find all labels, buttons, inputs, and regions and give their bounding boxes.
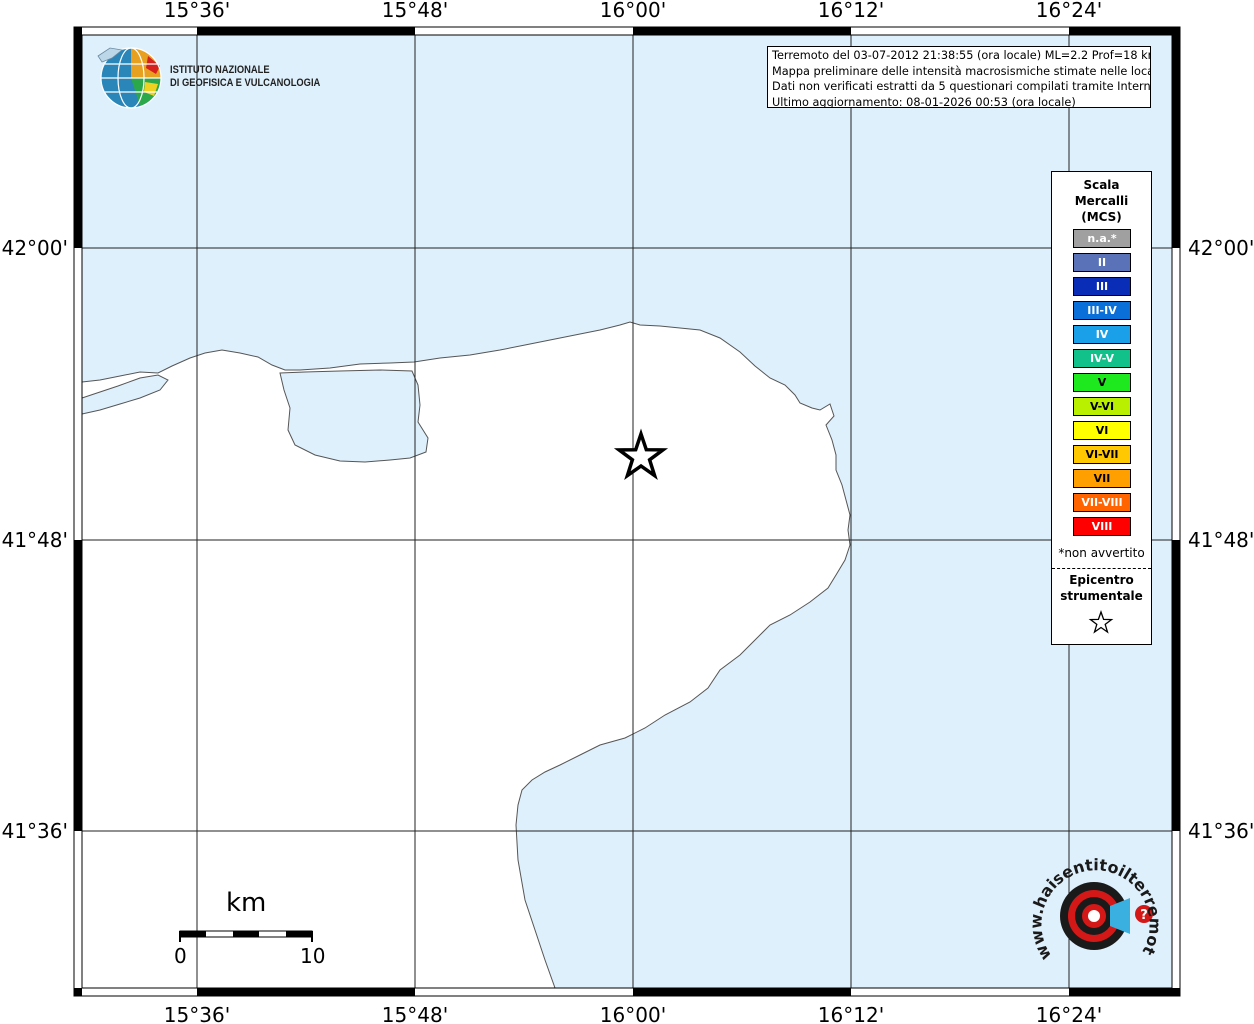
legend-item: VIII xyxy=(1073,517,1131,536)
lat-label: 42°00' xyxy=(2,236,68,260)
ingv-name: ISTITUTO NAZIONALE DI GEOFISICA E VULCAN… xyxy=(170,64,320,90)
lon-label: 16°12' xyxy=(818,1003,884,1024)
lat-label: 41°36' xyxy=(2,819,68,843)
lon-label: 16°12' xyxy=(818,0,884,22)
ingv-name-line2: DI GEOFISICA E VULCANOLOGIA xyxy=(170,77,321,89)
event-info-line: Ultimo aggiornamento: 08-01-2026 00:53 (… xyxy=(772,95,1076,108)
ingv-name-line1: ISTITUTO NAZIONALE xyxy=(170,64,270,76)
legend-title: Scala Mercalli (MCS) xyxy=(1052,177,1151,225)
legend-epicenter-line: strumentale xyxy=(1060,589,1143,603)
legend-note: *non avvertito xyxy=(1058,546,1145,560)
scale-title: km xyxy=(226,888,267,918)
lat-labels-right: 42°00' 41°48' 41°36' xyxy=(1188,236,1254,843)
legend-item: II xyxy=(1073,253,1131,272)
legend-item: VII-VIII xyxy=(1073,493,1131,512)
event-info-line: Terremoto del 03-07-2012 21:38:55 (ora l… xyxy=(772,49,1151,62)
legend-star-icon xyxy=(1088,610,1114,634)
lon-labels-bottom: 15°36' 15°48' 16°00' 16°12' 16°24' xyxy=(164,1003,1102,1024)
lat-labels-left: 42°00' 41°48' 41°36' xyxy=(2,236,68,843)
legend-item: IV-V xyxy=(1073,349,1131,368)
legend-item: n.a.* xyxy=(1073,229,1131,248)
legend-item: III xyxy=(1073,277,1131,296)
legend-title-line: Scala xyxy=(1083,178,1120,192)
legend-title-line: Mercalli xyxy=(1074,194,1129,208)
legend-item: V xyxy=(1073,373,1131,392)
lon-label: 16°00' xyxy=(600,0,666,22)
lon-label: 15°36' xyxy=(164,0,230,22)
lat-label: 41°48' xyxy=(1188,528,1254,552)
lon-label: 16°24' xyxy=(1036,0,1102,22)
legend-item: III-IV xyxy=(1073,301,1131,320)
legend-item: VI xyxy=(1073,421,1131,440)
legend-item: IV xyxy=(1073,325,1131,344)
legend-item: V-VI xyxy=(1073,397,1131,416)
legend-epicenter-line: Epicentro xyxy=(1069,573,1134,587)
legend-divider xyxy=(1052,568,1151,569)
lagoon-varano xyxy=(279,369,429,463)
lat-label: 42°00' xyxy=(1188,236,1254,260)
scale-min: 0 xyxy=(174,944,187,968)
legend-item: VII xyxy=(1073,469,1131,488)
lon-label: 15°36' xyxy=(164,1003,230,1024)
lat-label: 41°36' xyxy=(1188,819,1254,843)
lat-label: 41°48' xyxy=(2,528,68,552)
lon-label: 15°48' xyxy=(382,1003,448,1024)
legend-title-line: (MCS) xyxy=(1081,210,1122,224)
event-info-line: Mappa preliminare delle intensità macros… xyxy=(772,64,1151,78)
legend-epicenter-label: Epicentro strumentale xyxy=(1052,572,1151,604)
event-info-line: Dati non verificati estratti da 5 questi… xyxy=(772,80,1151,93)
mcs-legend: Scala Mercalli (MCS) n.a.* II III III-IV IV I… xyxy=(1051,171,1152,645)
lon-label: 16°00' xyxy=(600,1003,666,1024)
lon-labels-top: 15°36' 15°48' 16°00' 16°12' 16°24' xyxy=(164,0,1102,22)
scale-max: 10 xyxy=(300,944,326,968)
event-info-box: Terremoto del 03-07-2012 21:38:55 (ora l… xyxy=(767,46,1151,108)
legend-item: VI-VII xyxy=(1073,445,1131,464)
lon-label: 15°48' xyxy=(382,0,448,22)
lon-label: 16°24' xyxy=(1036,1003,1102,1024)
